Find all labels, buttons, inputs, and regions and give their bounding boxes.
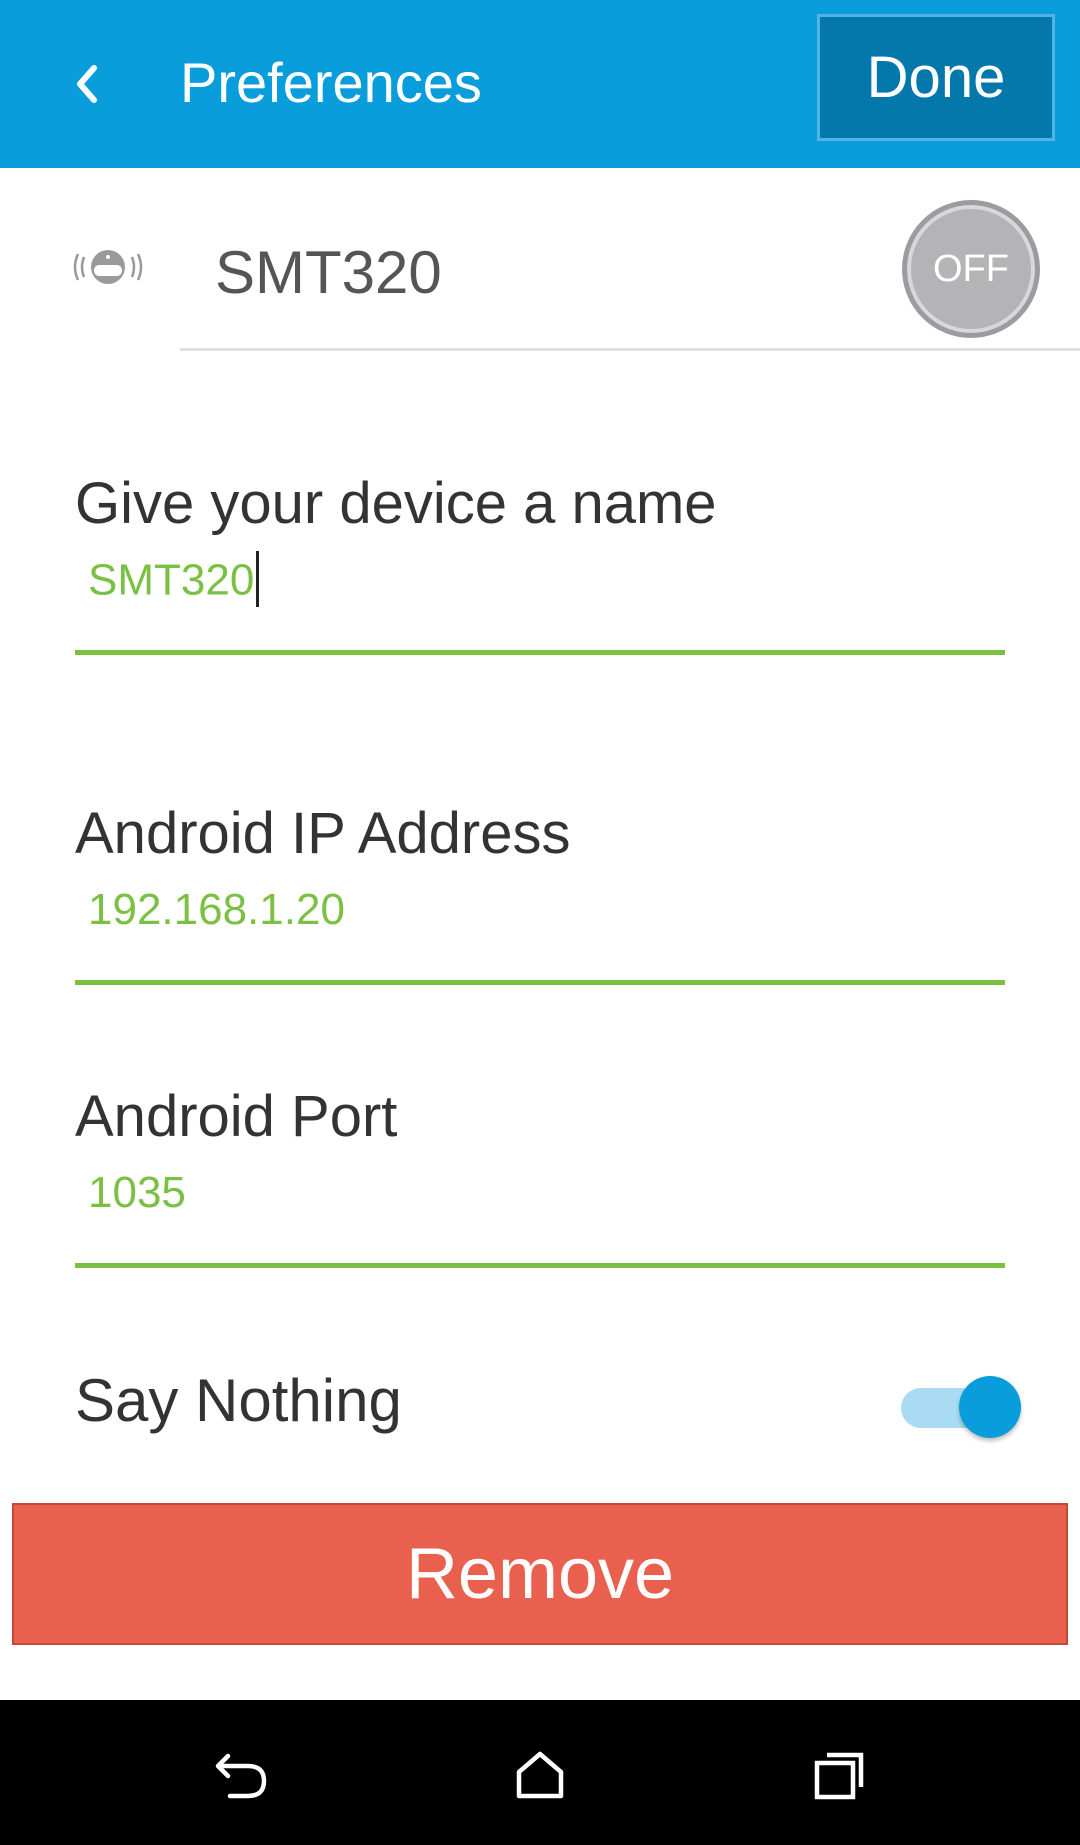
say-nothing-toggle[interactable] — [893, 1370, 1021, 1438]
ip-address-underline — [75, 980, 1005, 985]
nav-home-icon — [516, 1751, 564, 1799]
chevron-left-icon — [77, 65, 97, 103]
port-field: Android Port 1035 — [75, 1083, 1005, 1268]
back-button[interactable] — [62, 54, 112, 114]
text-caret — [256, 551, 260, 607]
nav-back-button[interactable] — [207, 1740, 277, 1810]
nav-recents-button[interactable] — [805, 1740, 875, 1810]
remove-button[interactable]: Remove — [12, 1503, 1068, 1645]
page-title: Preferences — [180, 51, 482, 114]
ip-address-input[interactable]: 192.168.1.20 — [88, 885, 988, 935]
device-name-input[interactable]: SMT320 — [88, 551, 988, 611]
port-input[interactable]: 1035 — [88, 1168, 988, 1218]
nav-back-icon — [215, 1753, 267, 1799]
ip-address-field: Android IP Address 192.168.1.20 — [75, 800, 1005, 985]
nav-recents-icon — [814, 1752, 864, 1800]
device-name-field: Give your device a name SMT320 — [75, 470, 1005, 655]
device-name-label: Give your device a name — [75, 471, 717, 536]
system-nav-bar — [0, 1700, 1080, 1845]
device-name-underline — [75, 650, 1005, 655]
device-name: SMT320 — [215, 239, 442, 306]
port-underline — [75, 1263, 1005, 1268]
power-toggle-button[interactable]: OFF — [902, 200, 1040, 338]
speaker-device-icon — [73, 250, 143, 284]
divider — [180, 348, 1080, 351]
port-label: Android Port — [75, 1084, 398, 1149]
toggle-thumb — [959, 1376, 1021, 1438]
device-row: SMT320 OFF — [0, 168, 1080, 352]
app-bar: Preferences Done — [0, 0, 1080, 168]
say-nothing-label: Say Nothing — [75, 1367, 402, 1434]
ip-address-label: Android IP Address — [75, 801, 571, 866]
nav-home-button[interactable] — [505, 1740, 575, 1810]
device-name-value: SMT320 — [88, 555, 255, 605]
done-button[interactable]: Done — [817, 14, 1055, 141]
say-nothing-row: Say Nothing — [75, 1360, 1021, 1440]
